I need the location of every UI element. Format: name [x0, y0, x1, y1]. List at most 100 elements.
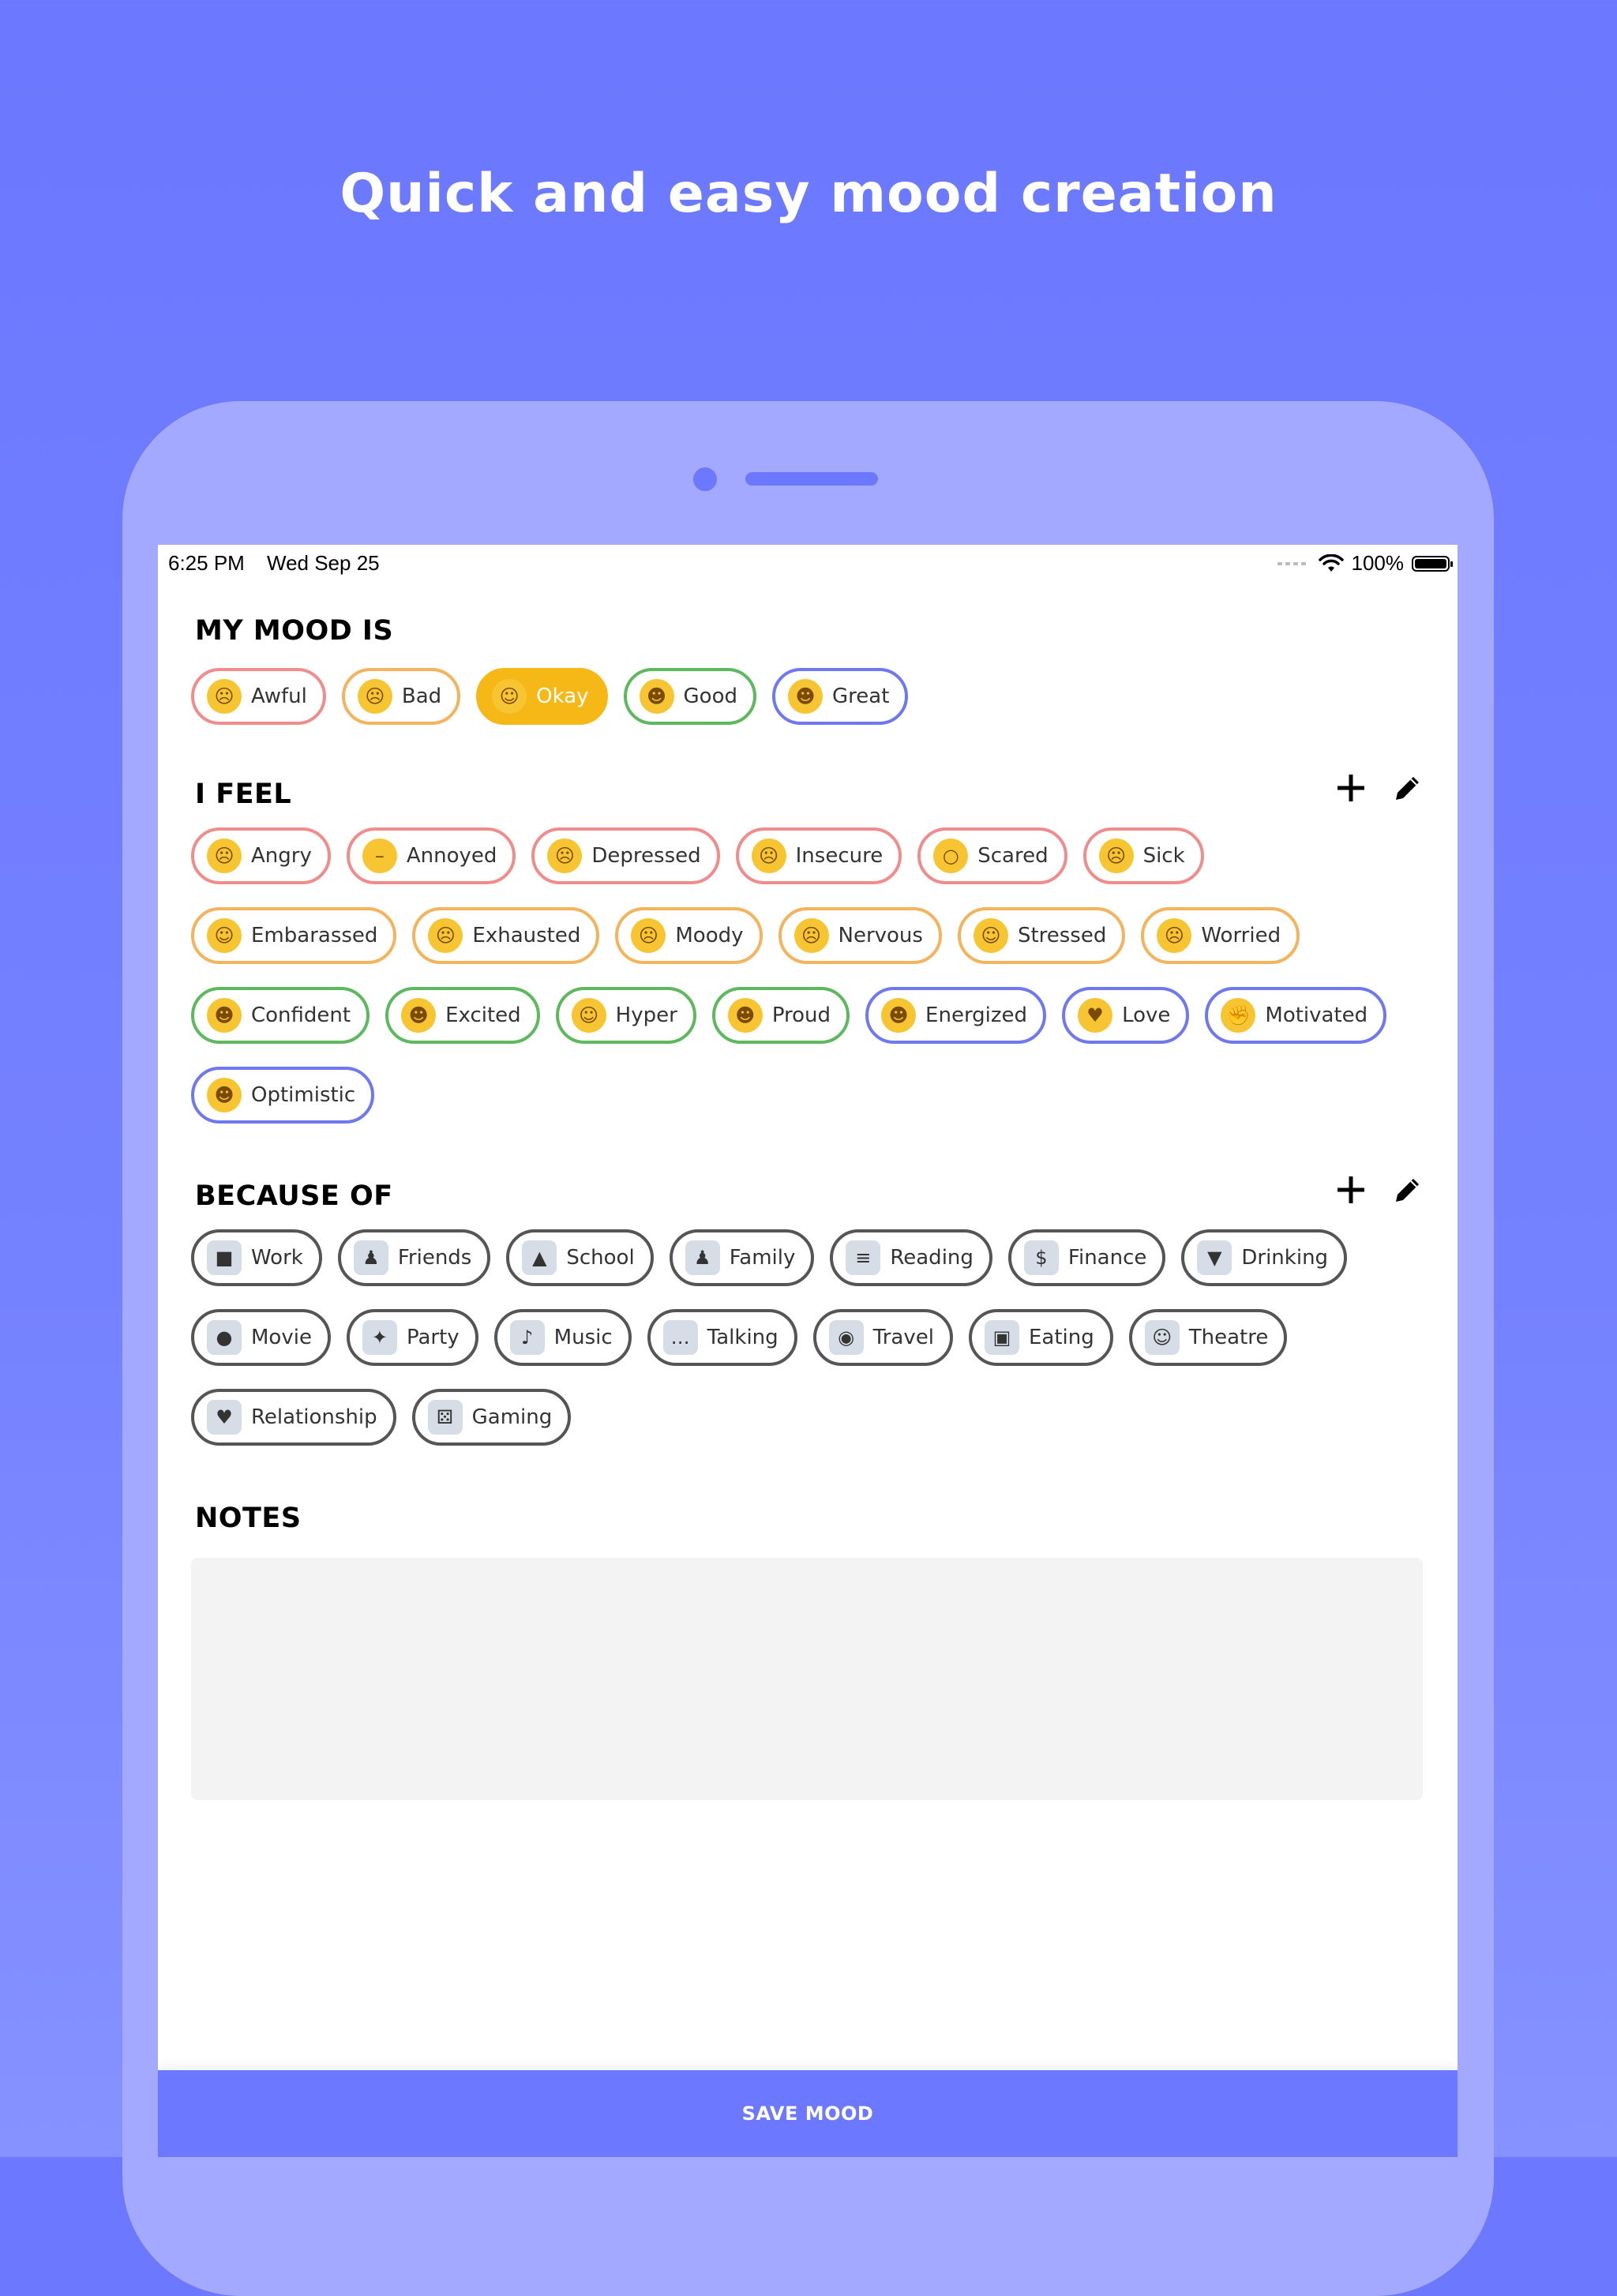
pencil-icon [1396, 777, 1419, 800]
chip-label: Party [406, 1326, 460, 1349]
chip-gaming[interactable]: ⚄ Gaming [411, 1389, 572, 1446]
chip-family[interactable]: ♟ Family [669, 1229, 815, 1286]
chip-okay[interactable]: ☺ Okay [476, 668, 608, 725]
chip-travel[interactable]: ◉ Travel [812, 1309, 953, 1366]
chip-confident[interactable]: ☻ Confident [191, 987, 370, 1044]
chip-label: Movie [251, 1326, 312, 1349]
chip-party[interactable]: ✦ Party [346, 1309, 478, 1366]
edit-reasons-button[interactable] [1390, 1172, 1426, 1208]
chip-great[interactable]: ☻ Great [772, 668, 909, 725]
plus-icon [1337, 775, 1364, 801]
expressionless-face-icon: – [362, 838, 397, 873]
chip-reading[interactable]: ≡ Reading [830, 1229, 992, 1286]
slight-smile-face-icon: ☺ [492, 679, 527, 714]
beaming-face-icon: ☻ [207, 1078, 242, 1112]
tropical-drink-icon: ▼ [1197, 1240, 1232, 1275]
flexed-bicep-icon: ✊ [1221, 998, 1256, 1033]
battery-icon [1412, 555, 1453, 572]
chip-label: Hyper [615, 1004, 677, 1027]
chip-label: Worried [1201, 924, 1281, 947]
crying-face-icon: ☹ [631, 918, 666, 953]
chip-good[interactable]: ☻ Good [623, 668, 756, 725]
add-feeling-button[interactable] [1333, 770, 1369, 806]
chip-love[interactable]: ♥ Love [1062, 987, 1190, 1044]
reasons-actions [1333, 1172, 1426, 1208]
chip-label: Sick [1142, 844, 1185, 868]
books-icon: ≡ [846, 1240, 881, 1275]
chip-depressed[interactable]: ☹ Depressed [531, 827, 720, 884]
chip-label: Insecure [795, 844, 884, 868]
notes-textarea[interactable] [191, 1558, 1423, 1800]
music-note-icon: ♪ [509, 1320, 545, 1355]
chip-sick[interactable]: ☹ Sick [1082, 827, 1204, 884]
chip-optimistic[interactable]: ☻ Optimistic [191, 1067, 375, 1124]
chip-embarassed[interactable]: ☺ Embarassed [191, 907, 397, 964]
feelings-row: ☻ Optimistic [191, 1067, 375, 1124]
chip-label: Okay [536, 685, 589, 708]
chip-hyper[interactable]: ☺ Hyper [555, 987, 696, 1044]
chip-scared[interactable]: ○ Scared [917, 827, 1067, 884]
chip-label: Theatre [1188, 1326, 1269, 1349]
chip-stressed[interactable]: ☺ Stressed [957, 907, 1126, 964]
chip-friends[interactable]: ♟ Friends [337, 1229, 491, 1286]
theatre-masks-icon: ☺ [1144, 1320, 1180, 1355]
chip-label: Moody [675, 924, 744, 947]
chip-label: Bad [401, 685, 442, 708]
chip-bad[interactable]: ☹ Bad [341, 668, 461, 725]
school-building-icon: ▲ [522, 1240, 557, 1275]
chip-label: Excited [445, 1004, 521, 1027]
chip-excited[interactable]: ☻ Excited [385, 987, 540, 1044]
chip-theatre[interactable]: ☺ Theatre [1128, 1309, 1288, 1366]
chip-proud[interactable]: ☻ Proud [711, 987, 850, 1044]
feelings-section-title: I FEEL [195, 778, 292, 810]
chip-nervous[interactable]: ☹ Nervous [778, 907, 942, 964]
zany-face-icon: ☺ [571, 998, 606, 1033]
couple-kiss-icon: ♥ [207, 1400, 242, 1435]
chip-awful[interactable]: ☹ Awful [191, 668, 326, 725]
app-screen: 6:25 PM Wed Sep 25 100% MY MOOD IS ☹ Awfu… [158, 545, 1458, 2157]
speech-bubble-icon: … [662, 1320, 698, 1355]
chip-motivated[interactable]: ✊ Motivated [1205, 987, 1387, 1044]
confused-face-icon: ☹ [751, 838, 786, 873]
reasons-row: ♥ Relationship ⚄ Gaming [191, 1389, 572, 1446]
chip-label: Proud [771, 1004, 831, 1027]
chip-angry[interactable]: ☹ Angry [191, 827, 331, 884]
chip-label: Relationship [251, 1405, 377, 1429]
chip-energized[interactable]: ☻ Energized [865, 987, 1047, 1044]
money-bill-icon: $ [1023, 1240, 1059, 1275]
chip-movie[interactable]: ● Movie [191, 1309, 331, 1366]
chip-drinking[interactable]: ▼ Drinking [1181, 1229, 1348, 1286]
feelings-actions [1333, 770, 1426, 806]
chip-label: Stressed [1017, 924, 1107, 947]
chip-school[interactable]: ▲ School [506, 1229, 654, 1286]
chip-label: Confident [251, 1004, 351, 1027]
chip-insecure[interactable]: ☹ Insecure [735, 827, 902, 884]
grimace-face-icon: ☺ [207, 918, 242, 953]
chip-work[interactable]: ■ Work [191, 1229, 322, 1286]
reasons-row: ■ Work ♟ Friends ▲ School ♟ Family ≡ Reading $ Fina… [191, 1229, 1348, 1286]
chip-finance[interactable]: $ Finance [1007, 1229, 1166, 1286]
chip-worried[interactable]: ☹ Worried [1141, 907, 1300, 964]
chip-eating[interactable]: ▣ Eating [968, 1309, 1113, 1366]
chip-moody[interactable]: ☹ Moody [615, 907, 763, 964]
chip-relationship[interactable]: ♥ Relationship [191, 1389, 396, 1446]
chip-label: Exhausted [472, 924, 581, 947]
sad-face-icon: ☹ [207, 679, 242, 714]
edit-feelings-button[interactable] [1390, 770, 1426, 806]
beaming-face-icon: ☻ [401, 998, 437, 1033]
chip-music[interactable]: ♪ Music [493, 1309, 632, 1366]
chip-label: Depressed [591, 844, 701, 868]
chip-talking[interactable]: … Talking [647, 1309, 797, 1366]
add-reason-button[interactable] [1333, 1172, 1369, 1208]
chip-label: Travel [872, 1326, 934, 1349]
camera-dot [693, 467, 717, 491]
chip-annoyed[interactable]: – Annoyed [346, 827, 516, 884]
speaker-grille [745, 472, 878, 486]
chip-label: Eating [1028, 1326, 1094, 1349]
chip-label: Work [251, 1246, 303, 1270]
chip-exhausted[interactable]: ☹ Exhausted [412, 907, 600, 964]
save-mood-button[interactable]: SAVE MOOD [158, 2070, 1458, 2157]
screaming-face-icon: ○ [933, 838, 969, 873]
beaming-face-icon: ☻ [788, 679, 823, 714]
chip-label: Love [1122, 1004, 1171, 1027]
